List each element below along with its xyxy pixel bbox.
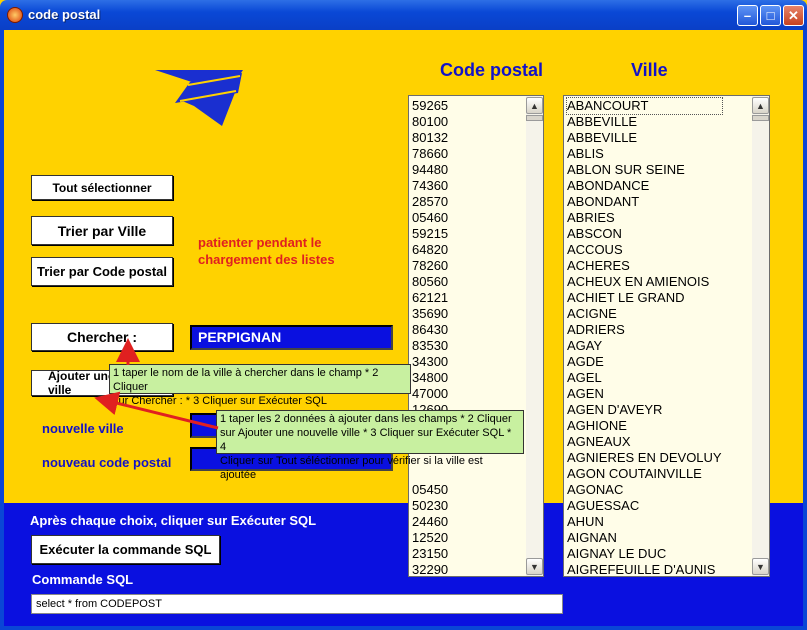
add-arrow-icon	[94, 391, 219, 430]
sql-command-input[interactable]: select * from CODEPOST	[31, 594, 563, 614]
execute-sql-button[interactable]: Exécuter la commande SQL	[31, 535, 220, 564]
after-choice-instruction: Après chaque choix, cliquer sur Exécuter…	[30, 513, 317, 528]
sql-command-label: Commande SQL	[32, 572, 134, 587]
